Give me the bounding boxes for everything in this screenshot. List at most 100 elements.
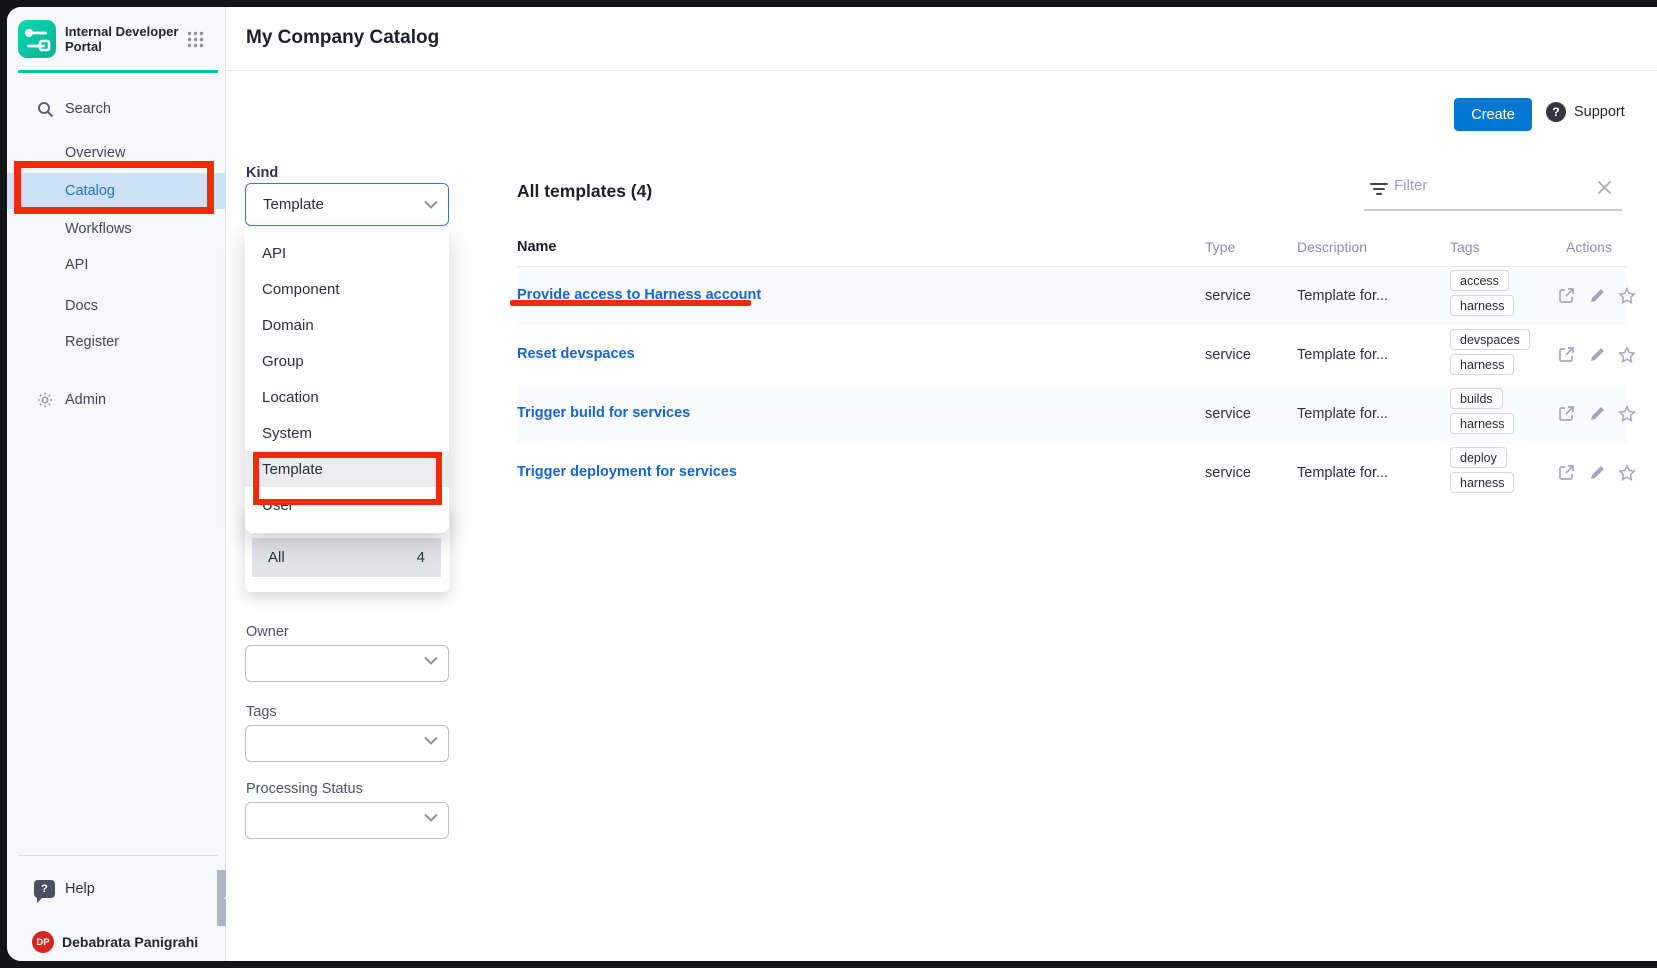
user-menu[interactable]: DP Debabrata Panigrahi [7, 925, 226, 959]
clear-filter-icon[interactable] [1597, 180, 1612, 195]
template-link[interactable]: Provide access to Harness account [517, 287, 761, 303]
kind-option-system[interactable]: System [245, 415, 449, 451]
option-label: Template [262, 461, 323, 478]
table-filter [1364, 169, 1622, 211]
kind-option-group[interactable]: Group [245, 343, 449, 379]
sidebar-item-label: Workflows [65, 221, 132, 237]
sidebar-item-label: Search [65, 101, 111, 117]
sidebar-item-label: Register [65, 334, 119, 350]
star-icon[interactable] [1617, 463, 1636, 482]
processing-status-filter-label: Processing Status [246, 781, 363, 797]
kind-select[interactable]: Template [245, 183, 449, 226]
support-button[interactable]: ? Support [1546, 102, 1625, 122]
sidebar-item-api[interactable]: API [7, 247, 226, 283]
sidebar-divider [18, 855, 218, 856]
actions-cell [1557, 404, 1636, 423]
open-in-new-icon[interactable] [1557, 345, 1576, 364]
kind-option-template[interactable]: Template [245, 451, 449, 487]
sidebar-item-catalog[interactable]: Catalog [7, 173, 226, 209]
type-cell: service [1205, 288, 1251, 304]
type-cell: service [1205, 465, 1251, 481]
sidebar-item-register[interactable]: Register [7, 324, 226, 360]
option-label: User [262, 497, 294, 514]
open-in-new-icon[interactable] [1557, 404, 1576, 423]
template-link[interactable]: Reset devspaces [517, 346, 635, 362]
results-label: All [268, 549, 285, 566]
column-header-tags: Tags [1450, 239, 1480, 255]
tag-chip: harness [1450, 413, 1514, 434]
edit-pencil-icon[interactable] [1587, 404, 1606, 423]
kind-select-value: Template [263, 196, 324, 213]
processing-status-select[interactable] [245, 802, 449, 839]
kind-option-user[interactable]: User [245, 487, 449, 523]
kind-option-location[interactable]: Location [245, 379, 449, 415]
template-link[interactable]: Trigger build for services [517, 405, 690, 421]
sidebar-item-admin[interactable]: Admin [7, 382, 226, 418]
main-area: My Company Catalog Create ? Support Kind… [226, 7, 1657, 961]
kind-results-all-row[interactable]: All 4 [252, 538, 441, 577]
chevron-down-icon [424, 200, 438, 209]
sidebar-item-label: Overview [65, 145, 125, 161]
option-label: API [262, 245, 286, 262]
actions-cell [1557, 463, 1636, 482]
sidebar-item-workflows[interactable]: Workflows [7, 211, 226, 247]
star-icon[interactable] [1617, 345, 1636, 364]
gear-icon [35, 390, 55, 410]
sidebar-item-docs[interactable]: Docs [7, 288, 226, 324]
user-name: Debabrata Panigrahi [62, 934, 198, 950]
sidebar-item-overview[interactable]: Overview [7, 135, 226, 171]
option-label: Group [262, 353, 304, 370]
description-cell: Template for... [1297, 288, 1388, 304]
support-label: Support [1574, 104, 1625, 120]
kind-filter-label: Kind [246, 165, 278, 181]
sidebar-item-search[interactable]: Search [7, 91, 226, 127]
tags-select[interactable] [245, 725, 449, 762]
search-icon [35, 99, 55, 119]
kind-option-component[interactable]: Component [245, 271, 449, 307]
template-link[interactable]: Trigger deployment for services [517, 464, 737, 480]
apps-grid-icon[interactable] [187, 31, 204, 48]
table-row: Reset devspaces service Template for... … [517, 326, 1627, 385]
tags-cell: builds harness [1450, 388, 1514, 434]
sidebar-item-label: API [65, 257, 88, 273]
app-window: Internal Developer Portal Search [7, 7, 1657, 961]
avatar: DP [32, 931, 54, 953]
kind-option-domain[interactable]: Domain [245, 307, 449, 343]
actions-cell [1557, 286, 1636, 305]
edit-pencil-icon[interactable] [1587, 286, 1606, 305]
help-glyph: ? [41, 883, 48, 895]
column-header-name: Name [517, 239, 557, 255]
edit-pencil-icon[interactable] [1587, 345, 1606, 364]
results-count: 4 [417, 549, 425, 566]
chevron-down-icon [424, 656, 438, 665]
owner-select[interactable] [245, 645, 449, 682]
sidebar-item-help[interactable]: ? Help [7, 871, 226, 907]
edit-pencil-icon[interactable] [1587, 463, 1606, 482]
help-chat-icon: ? [34, 880, 55, 898]
open-in-new-icon[interactable] [1557, 463, 1576, 482]
brand: Internal Developer Portal [18, 20, 218, 58]
kind-option-api[interactable]: API [245, 235, 449, 271]
idp-logo-icon [18, 20, 56, 58]
option-label: System [262, 425, 312, 442]
star-icon[interactable] [1617, 404, 1636, 423]
star-icon[interactable] [1617, 286, 1636, 305]
tags-cell: devspaces harness [1450, 329, 1530, 375]
sidebar: Internal Developer Portal Search [7, 7, 226, 961]
actions-cell [1557, 345, 1636, 364]
tag-chip: harness [1450, 472, 1514, 493]
chevron-down-icon [424, 736, 438, 745]
filter-icon [1370, 182, 1388, 196]
create-button[interactable]: Create [1454, 98, 1532, 131]
description-cell: Template for... [1297, 347, 1388, 363]
tag-chip: builds [1450, 388, 1503, 409]
filter-input[interactable] [1394, 177, 1584, 194]
tags-cell: access harness [1450, 270, 1514, 316]
table-title: All templates (4) [517, 181, 652, 202]
column-header-type: Type [1205, 239, 1235, 255]
open-in-new-icon[interactable] [1557, 286, 1576, 305]
kind-dropdown: API Component Domain Group Location Syst… [245, 228, 449, 533]
column-header-actions: Actions [1566, 239, 1612, 255]
type-cell: service [1205, 347, 1251, 363]
table-row: Provide access to Harness account servic… [517, 267, 1627, 326]
